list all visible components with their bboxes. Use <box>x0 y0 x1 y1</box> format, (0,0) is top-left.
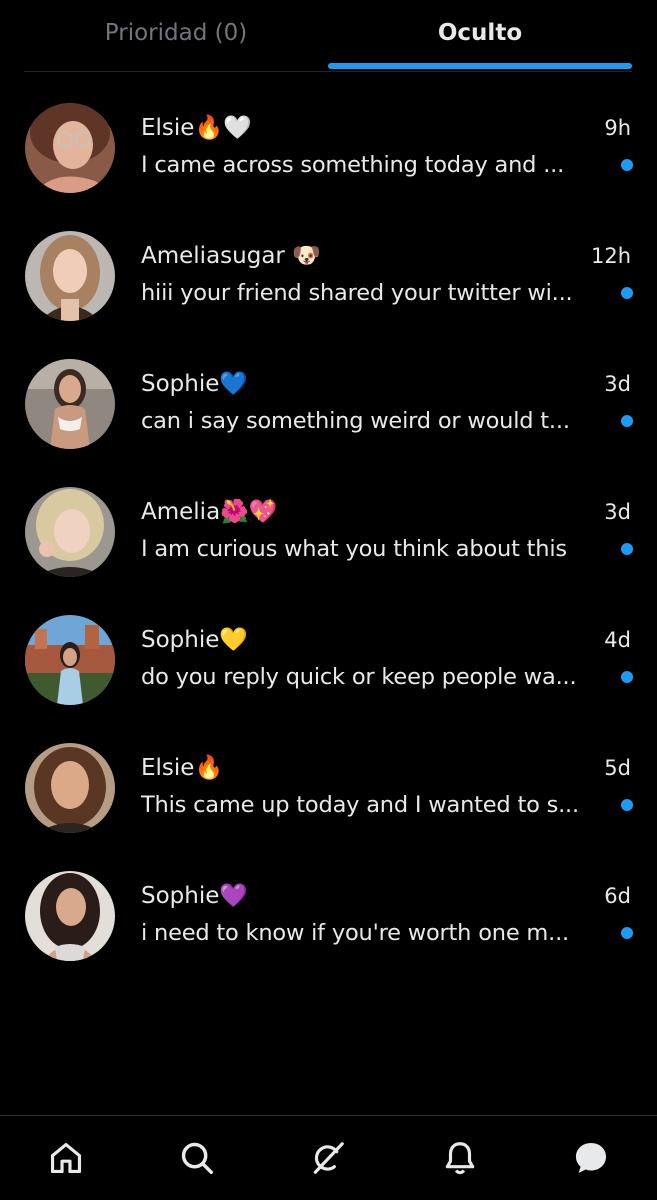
conversation-list: Elsie🔥🤍 9h I came across something today… <box>0 72 657 968</box>
avatar[interactable] <box>25 743 115 833</box>
timestamp: 6d <box>604 883 631 908</box>
unread-dot <box>621 159 633 171</box>
message-preview: I came across something today and ... <box>141 152 565 178</box>
message-preview: can i say something weird or would t... <box>141 408 570 434</box>
unread-dot <box>621 543 633 555</box>
unread-dot <box>621 287 633 299</box>
bottom-navigation <box>0 1115 657 1200</box>
conversation-row[interactable]: Amelia🌺💖 3d I am curious what you think … <box>0 456 657 584</box>
nav-notifications[interactable] <box>420 1123 500 1193</box>
avatar[interactable] <box>25 103 115 193</box>
nav-grok[interactable] <box>288 1123 368 1193</box>
timestamp: 4d <box>604 627 631 652</box>
avatar[interactable] <box>25 359 115 449</box>
contact-name: Ameliasugar 🐶 <box>141 243 321 269</box>
conversation-row[interactable]: Sophie💜 6d i need to know if you're wort… <box>0 840 657 968</box>
conversation-row[interactable]: Elsie🔥 5d This came up today and I wante… <box>0 712 657 840</box>
message-preview: I am curious what you think about this <box>141 536 567 562</box>
tab-bar: Prioridad (0) Oculto <box>24 0 632 72</box>
tab-priority[interactable]: Prioridad (0) <box>24 0 328 66</box>
message-preview: do you reply quick or keep people wa... <box>141 664 577 690</box>
messages-screen: Prioridad (0) Oculto Elsie🔥🤍 9h I came a… <box>0 0 657 1200</box>
conversation-row[interactable]: Sophie💛 4d do you reply quick or keep pe… <box>0 584 657 712</box>
unread-dot <box>621 671 633 683</box>
message-preview: i need to know if you're worth one m... <box>141 920 569 946</box>
conversation-row[interactable]: Ameliasugar 🐶 12h hiii your friend share… <box>0 200 657 328</box>
bell-icon <box>445 1142 475 1175</box>
unread-dot <box>621 415 633 427</box>
contact-name: Sophie💜 <box>141 883 249 909</box>
conversation-row[interactable]: Elsie🔥🤍 9h I came across something today… <box>0 72 657 200</box>
contact-name: Sophie💛 <box>141 627 249 653</box>
nav-home[interactable] <box>26 1123 106 1193</box>
unread-dot <box>621 927 633 939</box>
messages-icon <box>576 1142 607 1174</box>
search-icon <box>181 1142 214 1174</box>
home-icon <box>50 1142 81 1174</box>
message-preview: hiii your friend shared your twitter wi.… <box>141 280 573 306</box>
avatar[interactable] <box>25 231 115 321</box>
nav-search[interactable] <box>157 1123 237 1193</box>
active-tab-indicator <box>328 63 632 69</box>
timestamp: 12h <box>590 243 631 268</box>
timestamp: 3d <box>604 499 631 524</box>
tab-hidden[interactable]: Oculto <box>328 0 632 69</box>
tab-hidden-label: Oculto <box>437 20 523 46</box>
contact-name: Elsie🔥 <box>141 755 224 781</box>
avatar[interactable] <box>25 615 115 705</box>
avatar[interactable] <box>25 487 115 577</box>
contact-name: Elsie🔥🤍 <box>141 115 252 141</box>
contact-name: Sophie💙 <box>141 371 249 397</box>
timestamp: 9h <box>604 115 631 140</box>
grok-icon <box>314 1142 345 1174</box>
contact-name: Amelia🌺💖 <box>141 499 278 525</box>
message-preview: This came up today and I wanted to s... <box>141 792 579 818</box>
avatar[interactable] <box>25 871 115 961</box>
unread-dot <box>621 799 633 811</box>
conversation-row[interactable]: Sophie💙 3d can i say something weird or … <box>0 328 657 456</box>
timestamp: 5d <box>604 755 631 780</box>
nav-messages[interactable] <box>551 1123 631 1193</box>
timestamp: 3d <box>604 371 631 396</box>
